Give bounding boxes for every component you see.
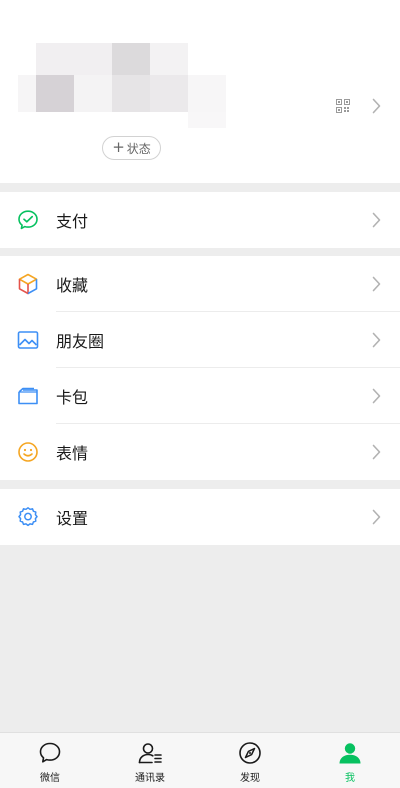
menu-label-stickers: 表情 xyxy=(56,444,89,463)
compass-icon xyxy=(239,742,261,764)
add-status-button[interactable]: + 状态 xyxy=(102,136,161,160)
menu-item-moments[interactable]: 朋友圈 xyxy=(0,312,400,368)
menu-group-settings: 设置 xyxy=(0,489,400,545)
chevron-right-icon xyxy=(372,444,381,460)
menu-item-stickers[interactable]: 表情 xyxy=(0,424,400,480)
cube-icon xyxy=(18,273,38,295)
menu-item-settings[interactable]: 设置 xyxy=(0,489,400,545)
tab-me[interactable]: 我 xyxy=(300,733,400,788)
status-label: 状态 xyxy=(126,141,151,156)
person-icon xyxy=(339,743,361,764)
card-wallet-icon xyxy=(18,387,38,405)
chevron-right-icon xyxy=(372,332,381,348)
gear-icon xyxy=(18,507,38,527)
contacts-icon xyxy=(138,743,162,764)
chevron-right-icon xyxy=(372,388,381,404)
pay-icon xyxy=(18,210,38,230)
chat-bubble-icon xyxy=(39,742,61,763)
menu-label-pay: 支付 xyxy=(56,212,89,231)
menu-label-cards: 卡包 xyxy=(56,388,89,407)
tab-label-me: 我 xyxy=(345,773,355,784)
menu-label-favorites: 收藏 xyxy=(56,276,89,295)
menu-item-favorites[interactable]: 收藏 xyxy=(0,256,400,312)
plus-icon: + xyxy=(112,138,125,156)
menu-item-cards[interactable]: 卡包 xyxy=(0,368,400,424)
chevron-right-icon xyxy=(372,509,381,525)
menu-group-main: 收藏 朋友圈 卡包 表情 xyxy=(0,256,400,480)
menu-label-moments: 朋友圈 xyxy=(56,332,105,351)
tab-chats[interactable]: 微信 xyxy=(0,733,100,788)
tab-label-contacts: 通讯录 xyxy=(135,773,165,784)
menu-group-pay: 支付 xyxy=(0,192,400,248)
menu-item-pay[interactable]: 支付 xyxy=(0,192,400,248)
qr-code-icon[interactable] xyxy=(336,99,350,113)
tab-contacts[interactable]: 通讯录 xyxy=(100,733,200,788)
chevron-right-icon xyxy=(372,212,381,228)
tab-discover[interactable]: 发现 xyxy=(200,733,300,788)
smiley-icon xyxy=(18,442,38,462)
profile-header[interactable]: + 状态 xyxy=(0,0,400,183)
tab-label-chats: 微信 xyxy=(40,773,60,784)
chevron-right-icon xyxy=(372,276,381,292)
photo-icon xyxy=(17,331,39,349)
chevron-right-icon xyxy=(372,98,381,114)
tab-label-discover: 发现 xyxy=(240,773,260,784)
bottom-tab-bar: 微信 通讯录 发现 我 xyxy=(0,732,400,788)
menu-label-settings: 设置 xyxy=(56,509,89,528)
